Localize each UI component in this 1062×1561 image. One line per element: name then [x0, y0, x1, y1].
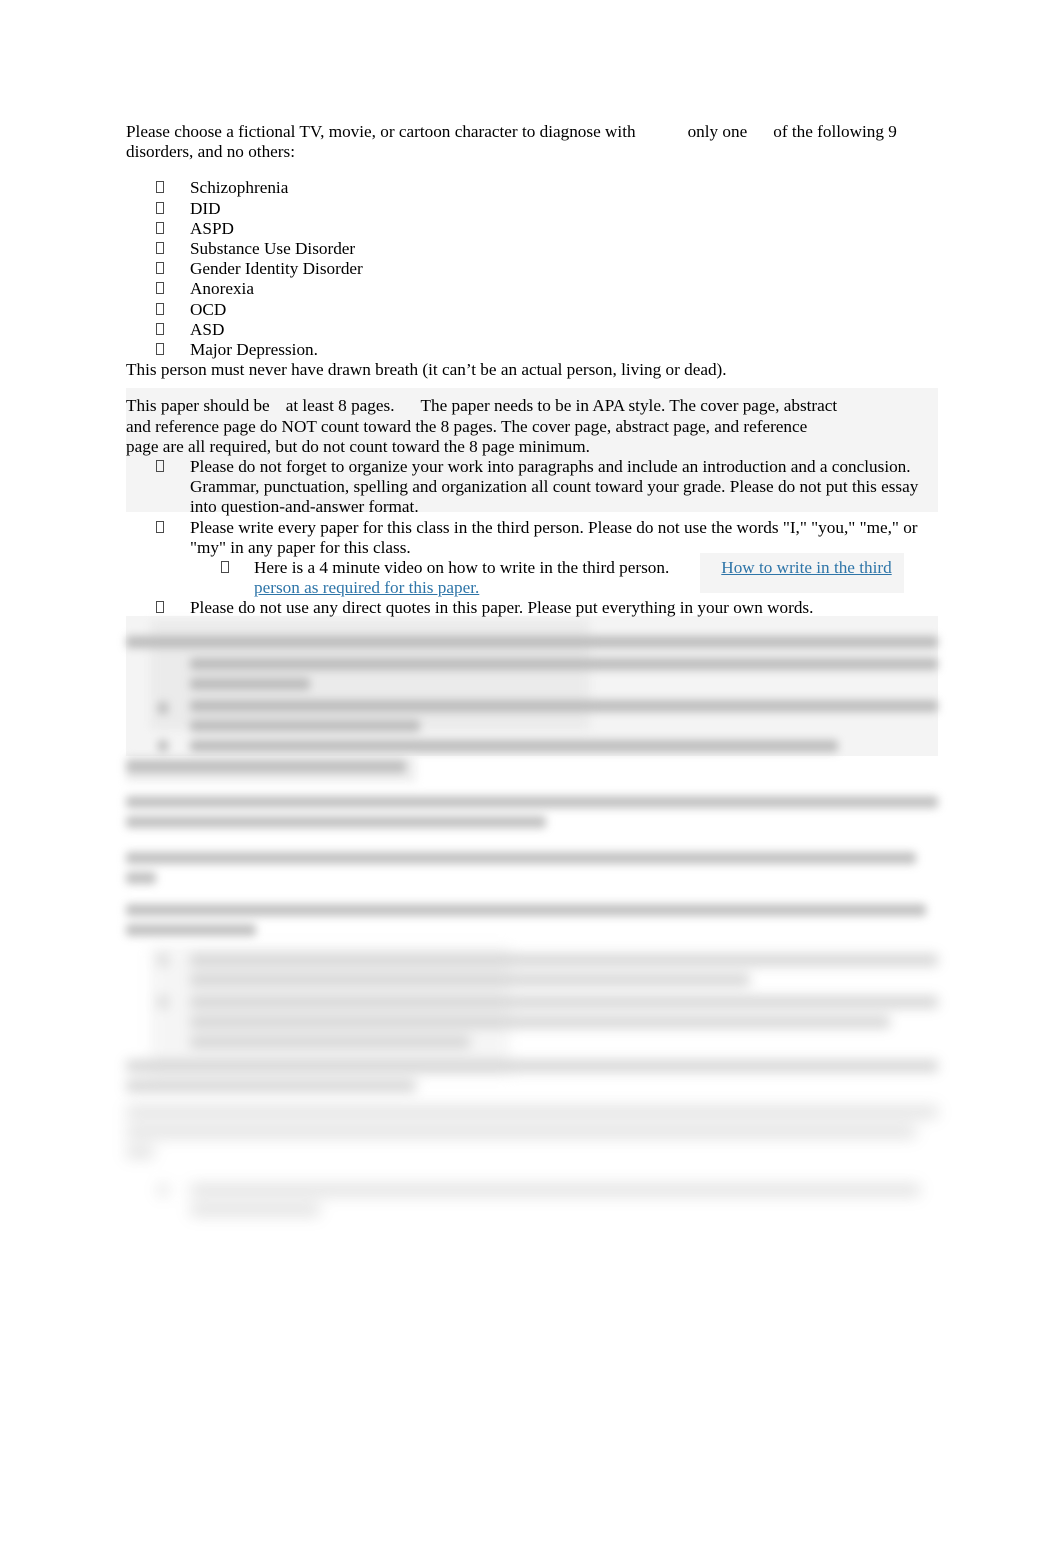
length-line-3: page are all required, but do not count … [126, 436, 590, 456]
bullet-box-icon [156, 598, 164, 618]
bullet-box-icon [156, 178, 164, 198]
intro-line-2: disorders, and no others: [126, 142, 295, 162]
bullet-box-icon [156, 259, 164, 279]
list-item: Schizophrenia [126, 178, 938, 198]
list-item: Here is a 4 minute video on how to write… [126, 558, 938, 598]
disorder-label: ASD [190, 319, 225, 339]
bullet-box-icon [156, 320, 164, 340]
bullet-box-icon [221, 558, 229, 578]
requirement-text: Please do not use any direct quotes in t… [190, 598, 814, 618]
intro-text-after: of the following 9 [773, 122, 897, 141]
bullet-box-icon [156, 199, 164, 219]
length-part-1: This paper should be [126, 396, 270, 416]
requirements-list: Please do not forget to organize your wo… [126, 457, 938, 619]
list-item: Gender Identity Disorder [126, 259, 938, 279]
page-length-paragraph: This paper should be at least 8 pages. The… [126, 396, 938, 457]
disorder-list: Schizophrenia DID ASPD Substance Use Dis… [126, 178, 938, 360]
list-item: ASD [126, 320, 938, 340]
disorder-label: Gender Identity Disorder [190, 259, 363, 279]
list-item: DID [126, 199, 938, 219]
intro-paragraph: Please choose a fictional TV, movie, or … [126, 122, 938, 162]
disorder-label: Major Depression. [190, 340, 318, 360]
list-item: Please write every paper for this class … [126, 518, 938, 558]
list-item: Major Depression. [126, 340, 938, 360]
bullet-box-icon [156, 300, 164, 320]
bullet-box-icon [156, 340, 164, 360]
bullet-box-icon [156, 219, 164, 239]
list-item: Please do not use any direct quotes in t… [126, 598, 938, 618]
video-note-text: Here is a 4 minute video on how to write… [254, 558, 670, 578]
length-emphasis: at least 8 pages. [285, 396, 395, 416]
bullet-box-icon [156, 457, 164, 477]
disorder-label: ASPD [190, 218, 234, 238]
disorder-label: Schizophrenia [190, 178, 289, 198]
highlight-band-lower [126, 616, 938, 756]
bullet-box-icon [156, 239, 164, 259]
disorder-label: Anorexia [190, 279, 254, 299]
disorder-label: OCD [190, 299, 227, 319]
bullet-box-icon [156, 518, 164, 538]
list-item: Substance Use Disorder [126, 239, 938, 259]
requirement-text: Here is a 4 minute video on how to write… [254, 558, 938, 598]
gap-before-length [126, 380, 938, 396]
document-body: Please choose a fictional TV, movie, or … [126, 122, 938, 619]
blurred-band-3 [0, 936, 1062, 1096]
length-line-2: and reference page do NOT count toward t… [126, 416, 808, 436]
requirement-text: Please write every paper for this class … [190, 517, 918, 557]
gap-after-intro [126, 162, 938, 178]
intro-text-before: Please choose a fictional TV, movie, or … [126, 122, 636, 141]
disorder-label: Substance Use Disorder [190, 239, 356, 259]
length-part-2: The paper needs to be in APA style. The … [420, 396, 838, 416]
intro-emphasis: only one [687, 122, 748, 141]
list-item: Please do not forget to organize your wo… [126, 457, 938, 518]
blurred-band-4 [0, 1096, 1062, 1226]
blurred-band-2 [0, 756, 1062, 936]
list-item: Anorexia [126, 279, 938, 299]
disorder-label: DID [190, 198, 221, 218]
bullet-box-icon [156, 279, 164, 299]
list-item: OCD [126, 300, 938, 320]
fictional-person-note: This person must never have drawn breath… [126, 360, 727, 380]
list-item: ASPD [126, 219, 938, 239]
requirement-text: Please do not forget to organize your wo… [190, 457, 919, 517]
document-page: Please choose a fictional TV, movie, or … [0, 0, 1062, 1561]
